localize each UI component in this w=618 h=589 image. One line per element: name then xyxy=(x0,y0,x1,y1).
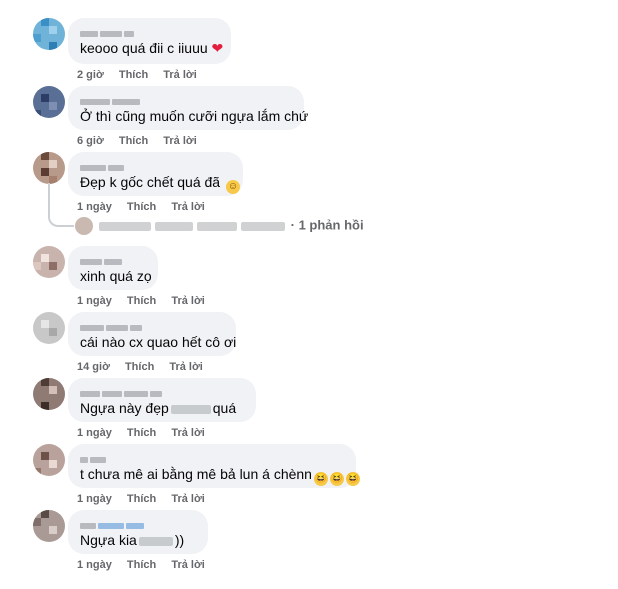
reply-connector xyxy=(48,183,74,227)
comment-time[interactable]: 2 giờ xyxy=(77,69,104,81)
comment-bubble: t chưa mê ai bằng mê bả lun á chènn 😆 😆 😆 xyxy=(68,444,360,488)
laughing-emoji-icon: 😆 xyxy=(329,472,344,486)
avatar[interactable] xyxy=(33,18,65,50)
commenter-name-redacted[interactable] xyxy=(80,385,244,397)
heart-icon: ❤ xyxy=(211,40,224,56)
comment-text: cái nào cx quao hết cô ơi xyxy=(80,334,237,350)
comment-time[interactable]: 1 ngày xyxy=(77,559,112,571)
laughing-emoji-icon: 😆 xyxy=(313,472,328,486)
redacted-text xyxy=(170,404,211,414)
like-button[interactable]: Thích xyxy=(119,135,148,147)
like-button[interactable]: Thích xyxy=(127,493,156,505)
reply-button[interactable]: Trả lời xyxy=(171,201,205,213)
comment-bubble: cái nào cx quao hết cô ơi xyxy=(68,312,236,356)
reply-button[interactable]: Trả lời xyxy=(171,427,205,439)
reply-button[interactable]: Trả lời xyxy=(171,295,205,307)
commenter-name-redacted[interactable] xyxy=(80,451,344,463)
reply-button[interactable]: Trả lời xyxy=(169,361,203,373)
smiling-emoji-icon: ☺ xyxy=(226,180,240,194)
like-button[interactable]: Thích xyxy=(119,69,148,81)
avatar[interactable] xyxy=(33,510,65,542)
comment-text-end: quá xyxy=(212,400,237,416)
comment-time[interactable]: 1 ngày xyxy=(77,295,112,307)
avatar[interactable] xyxy=(33,246,65,278)
reply-avatar xyxy=(75,217,93,235)
like-button[interactable]: Thích xyxy=(127,201,156,213)
avatar[interactable] xyxy=(33,86,65,118)
reply-button[interactable]: Trả lời xyxy=(163,135,197,147)
avatar[interactable] xyxy=(33,378,65,410)
commenter-name-redacted[interactable] xyxy=(80,319,224,331)
comment-text: keooo quá đii c iiuuu xyxy=(80,40,208,56)
commenter-name-redacted[interactable] xyxy=(80,253,146,265)
commenter-name-redacted[interactable] xyxy=(80,93,292,105)
comment-time[interactable]: 1 ngày xyxy=(77,427,112,439)
avatar[interactable] xyxy=(33,312,65,344)
avatar[interactable] xyxy=(33,444,65,476)
reply-button[interactable]: Trả lời xyxy=(163,69,197,81)
comment-bubble: xinh quá zọ xyxy=(68,246,158,290)
comment-text-end: )) xyxy=(174,532,185,548)
comment-time[interactable]: 14 giờ xyxy=(77,361,110,373)
commenter-name-redacted[interactable] xyxy=(80,159,231,171)
avatar[interactable] xyxy=(33,152,65,184)
reply-button[interactable]: Trả lời xyxy=(171,559,205,571)
comment-time[interactable]: 1 ngày xyxy=(77,201,112,213)
laughing-emoji-icon: 😆 xyxy=(345,472,360,486)
comment-text-start: Ngựa này đẹp xyxy=(80,400,169,416)
commenter-name-redacted[interactable] xyxy=(80,517,196,529)
comment-bubble: Đẹp k gốc chết quá đã ☺ xyxy=(68,152,243,196)
comment-time[interactable]: 6 giờ xyxy=(77,135,104,147)
redacted-text xyxy=(138,536,173,546)
comment-time[interactable]: 1 ngày xyxy=(77,493,112,505)
reply-count[interactable]: · 1 phản hồi xyxy=(291,217,364,232)
commenter-name-redacted[interactable] xyxy=(80,25,219,37)
like-button[interactable]: Thích xyxy=(127,559,156,571)
like-button[interactable]: Thích xyxy=(127,427,156,439)
comment-text: xinh quá zọ xyxy=(80,268,152,284)
view-replies-link[interactable]: · 1 phản hồi xyxy=(75,217,364,237)
comment-text: t chưa mê ai bằng mê bả lun á chènn xyxy=(80,466,312,482)
like-button[interactable]: Thích xyxy=(127,295,156,307)
comment-bubble: Ở thì cũng muốn cưỡi ngựa lắm chứ xyxy=(68,86,309,130)
comment-bubble: Ngựa kia)) xyxy=(68,510,208,554)
comment-text: Ở thì cũng muốn cưỡi ngựa lắm chứ xyxy=(80,108,309,124)
like-button[interactable]: Thích xyxy=(125,361,154,373)
reply-button[interactable]: Trả lời xyxy=(171,493,205,505)
comment-text-start: Ngựa kia xyxy=(80,532,137,548)
comment-bubble: keooo quá đii c iiuuu ❤ xyxy=(68,18,231,64)
comment-bubble: Ngựa này đẹp quá xyxy=(68,378,256,422)
comment-text: Đẹp k gốc chết quá đã xyxy=(80,174,221,190)
